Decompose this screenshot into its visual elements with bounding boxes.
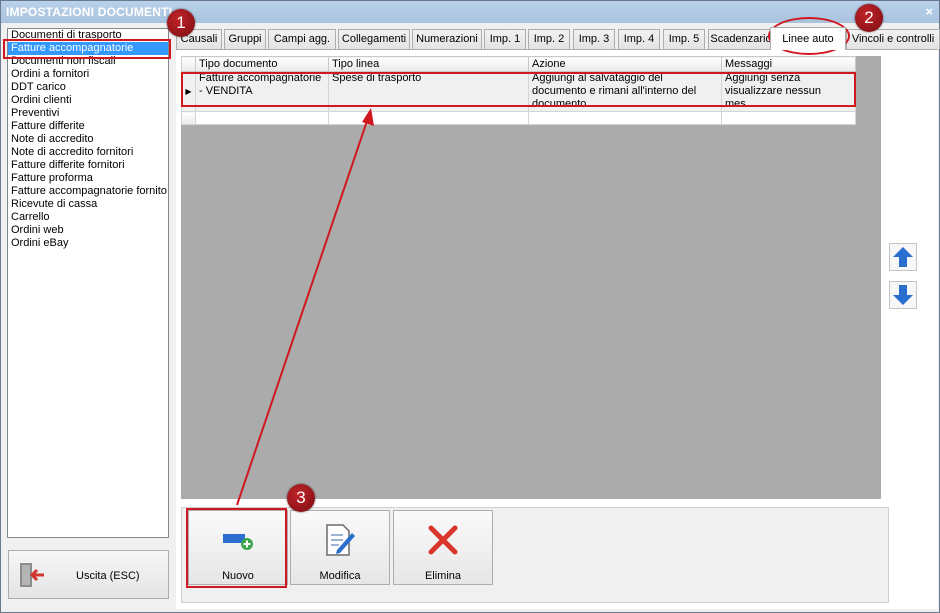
list-item[interactable]: Ordini clienti [8,94,168,107]
list-item[interactable]: Preventivi [8,107,168,120]
new-row[interactable] [181,111,856,125]
tab-scadenzario[interactable]: Scadenzario [708,29,774,49]
move-down-button[interactable] [889,281,917,309]
annotation-badge-3: 3 [287,484,315,512]
tab-vincoli-e-controlli[interactable]: Vincoli e controlli [846,29,940,49]
tab-linee-auto[interactable]: Linee auto [770,27,846,50]
move-up-button[interactable] [889,243,917,271]
window-title: IMPOSTAZIONI DOCUMENTI [6,5,173,19]
annotation-badge-2: 2 [855,4,883,32]
arrow-up-icon [893,247,913,267]
col-azione[interactable]: Azione [528,56,722,72]
exit-button[interactable]: Uscita (ESC) [8,550,169,599]
highlight-nuovo-button [186,508,287,588]
delete-x-icon [428,525,458,555]
tab-strip: Causali Gruppi Campi agg. Collegamenti Numer… [176,27,940,50]
col-tipo-documento[interactable]: Tipo documento [195,56,329,72]
tab-gruppi[interactable]: Gruppi [224,29,266,49]
list-item[interactable]: Note di accredito [8,133,168,146]
modifica-button-label: Modifica [319,570,361,582]
exit-door-icon [20,563,44,587]
tab-collegamenti[interactable]: Collegamenti [338,29,410,49]
document-type-list[interactable]: Documenti di trasporto Fatture accompagna… [7,28,169,538]
tab-imp-5[interactable]: Imp. 5 [663,29,705,49]
tab-imp-4[interactable]: Imp. 4 [618,29,660,49]
elimina-button-label: Elimina [424,570,462,582]
list-item[interactable]: DDT carico [8,81,168,94]
list-item[interactable]: Fatture differite [8,120,168,133]
list-item[interactable]: Fatture differite fornitori [8,159,168,172]
col-messaggi[interactable]: Messaggi [721,56,856,72]
row-header-corner [181,56,196,72]
list-item[interactable]: Fatture proforma [8,172,168,185]
tab-campi-agg[interactable]: Campi agg. [268,29,336,49]
tab-numerazioni[interactable]: Numerazioni [412,29,482,49]
close-icon[interactable]: × [925,4,933,19]
elimina-button[interactable]: Elimina [393,510,493,585]
modifica-button[interactable]: Modifica [290,510,390,585]
tab-imp-2[interactable]: Imp. 2 [528,29,570,49]
list-item[interactable]: Note di accredito fornitori [8,146,168,159]
annotation-badge-1: 1 [167,9,195,37]
list-item[interactable]: Carrello [8,211,168,224]
arrow-down-icon [893,285,913,305]
list-item[interactable]: Ordini a fornitori [8,68,168,81]
list-item[interactable]: Ricevute di cassa [8,198,168,211]
exit-button-label: Uscita (ESC) [76,570,140,582]
highlight-grid-row [181,72,856,107]
tab-imp-3[interactable]: Imp. 3 [573,29,615,49]
edit-document-icon [326,524,355,556]
row-order-controls [889,243,917,319]
list-item[interactable]: Fatture accompagnatorie fornito [8,185,168,198]
list-item[interactable]: Ordini web [8,224,168,237]
tab-imp-1[interactable]: Imp. 1 [484,29,526,49]
col-tipo-linea[interactable]: Tipo linea [328,56,529,72]
highlight-selected-document [3,39,171,59]
list-item[interactable]: Ordini eBay [8,237,168,250]
